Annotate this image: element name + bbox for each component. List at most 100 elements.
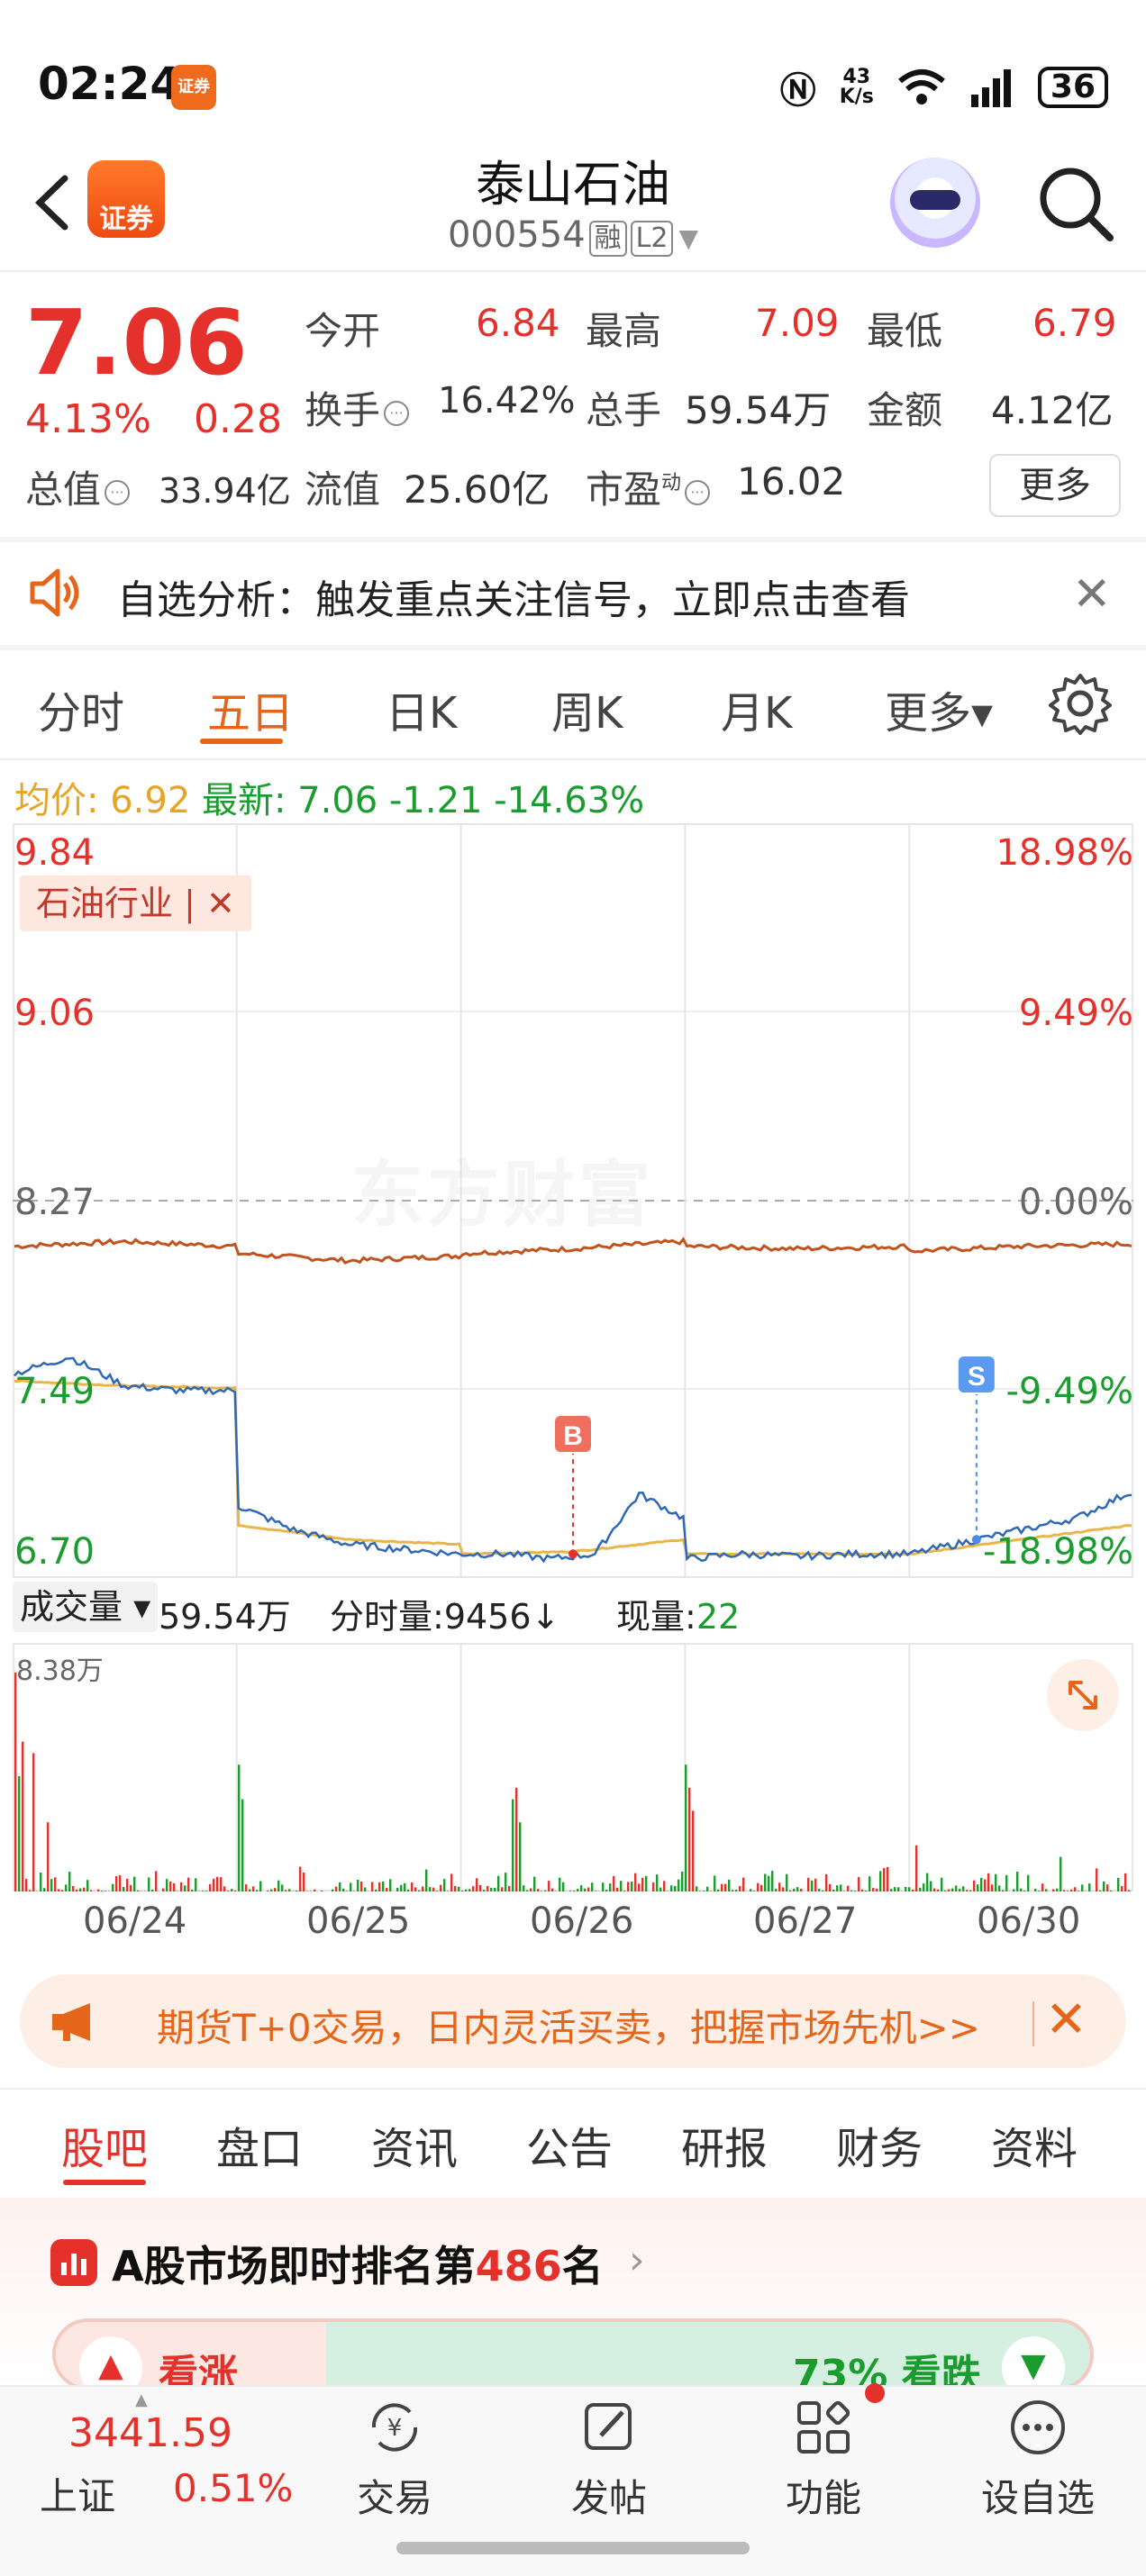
network-speed: 43 K/s [839, 66, 874, 108]
volume-bar [72, 1885, 75, 1891]
volume-bar [847, 1885, 850, 1891]
assistant-robot-avatar[interactable] [890, 158, 980, 248]
volume-bar [714, 1875, 716, 1891]
volume-bar [775, 1889, 778, 1891]
volume-bar [840, 1884, 842, 1891]
volume-bar [814, 1878, 817, 1891]
volume-bar [213, 1878, 215, 1891]
volume-bar [548, 1881, 550, 1891]
volume-bar [396, 1887, 399, 1891]
volume-bar [274, 1888, 277, 1891]
volume-bar [468, 1889, 471, 1891]
volume-bar [162, 1888, 165, 1891]
volume-bar [465, 1889, 468, 1891]
volume-bar [670, 1885, 673, 1891]
home-indicator[interactable] [396, 2542, 750, 2554]
tab-profile[interactable]: 资料 [991, 2113, 1078, 2176]
tab-announcements[interactable]: 公告 [526, 2113, 613, 2176]
chevron-up-icon[interactable]: ▲ [135, 2390, 148, 2409]
volume-bar [645, 1875, 648, 1891]
tab-more[interactable]: 更多▾ [885, 677, 993, 740]
more-quote-button[interactable]: 更多 [989, 454, 1121, 517]
volume-bar [908, 1887, 911, 1891]
change-percent: 4.13% [25, 396, 151, 442]
volume-bar [1074, 1887, 1077, 1891]
tab-pankou[interactable]: 盘口 [216, 2113, 303, 2176]
buy-marker-dot [568, 1549, 578, 1559]
volume-bar [861, 1889, 864, 1891]
x-tick-1: 06/25 [306, 1900, 411, 1942]
tab-research[interactable]: 研报 [681, 2113, 768, 2176]
nav-trade[interactable]: ¥ 交易 [314, 2396, 476, 2523]
tab-monthly-k[interactable]: 月K [721, 677, 792, 740]
tab-daily-k[interactable]: 日K [386, 677, 457, 740]
volume-bar [786, 1873, 788, 1891]
volume-bar [14, 1672, 17, 1891]
volume-bar [443, 1879, 446, 1891]
turnover-label: 换手 ··· [305, 380, 413, 435]
volume-bar [962, 1886, 965, 1891]
volume-bar [130, 1884, 132, 1891]
volume-value: 59.54万 [685, 388, 832, 432]
alert-text[interactable]: 自选分析：触发重点关注信号，立即点击查看 [117, 567, 910, 625]
search-icon[interactable] [1034, 162, 1115, 243]
tab-five-day[interactable]: 五日 [207, 677, 294, 740]
chevron-right-icon[interactable]: › [629, 2237, 645, 2283]
volume-bar [432, 1887, 435, 1891]
buy-marker-label: B [563, 1421, 583, 1451]
nav-functions[interactable]: 功能 [742, 2396, 905, 2523]
industry-compare-tag[interactable]: 石油行业 | ✕ [20, 875, 251, 931]
volume-bar [79, 1888, 82, 1891]
volume-bar [483, 1890, 486, 1891]
volume-bar [1088, 1883, 1091, 1891]
nav-add-watchlist[interactable]: 设自选 [957, 2396, 1119, 2523]
futures-banner-text[interactable]: 期货T+0交易，日内灵活买卖，把握市场先机>> [157, 1998, 980, 2053]
active-tab-indicator [63, 2180, 146, 2185]
volume-bar [133, 1876, 136, 1891]
volume-bar [807, 1877, 810, 1891]
section-divider [0, 645, 1146, 650]
tab-weekly-k[interactable]: 周K [551, 677, 623, 740]
market-rank[interactable]: A股市场即时排名第486名 [112, 2234, 604, 2293]
index-name[interactable]: 上证 [40, 2466, 115, 2521]
gear-icon[interactable] [1047, 670, 1114, 737]
volume-bar [663, 1881, 666, 1891]
close-icon[interactable]: ✕ [1045, 1991, 1087, 2049]
info-icon: ··· [685, 479, 711, 505]
volume-bar [811, 1880, 814, 1891]
notification-app-icon: 证券 [171, 65, 216, 110]
volume-bar [937, 1889, 940, 1891]
volume-bar [389, 1879, 392, 1891]
volume-bar [501, 1887, 504, 1891]
volume-bar [739, 1886, 741, 1891]
index-value[interactable]: 3441.59 [68, 2410, 232, 2456]
index-change[interactable]: 0.51% [173, 2466, 293, 2510]
volume-bar [641, 1877, 644, 1891]
volume-bar [674, 1885, 677, 1891]
volume-bar [256, 1890, 259, 1891]
tab-news[interactable]: 资讯 [371, 2113, 458, 2176]
tab-fenshi[interactable]: 分时 [38, 677, 124, 740]
volume-bar [991, 1884, 994, 1891]
volume-bar [732, 1890, 734, 1891]
volume-chart[interactable] [13, 1643, 1133, 1891]
volume-indicator-dropdown[interactable]: 成交量 ▾ [13, 1582, 159, 1632]
expand-icon[interactable] [1047, 1659, 1119, 1731]
nfc-icon: Ⓝ [779, 70, 816, 112]
turnover-value: 16.42% [438, 380, 576, 422]
volume-bar [616, 1887, 619, 1891]
volume-bar [1081, 1884, 1084, 1891]
tab-finance[interactable]: 财务 [836, 2113, 923, 2176]
volume-bar [169, 1881, 172, 1891]
volume-bar [83, 1887, 86, 1891]
x-tick-2: 06/26 [530, 1900, 634, 1942]
volume-bar [299, 1866, 302, 1891]
low-value: 6.79 [1032, 301, 1117, 345]
volume-bar [180, 1882, 183, 1891]
volume-bar [1020, 1888, 1023, 1891]
tab-guba[interactable]: 股吧 [61, 2113, 148, 2176]
volume-bar [685, 1764, 687, 1891]
nav-post[interactable]: 发帖 [528, 2396, 690, 2523]
close-icon[interactable]: ✕ [1072, 567, 1112, 621]
volume-bar [818, 1889, 821, 1891]
